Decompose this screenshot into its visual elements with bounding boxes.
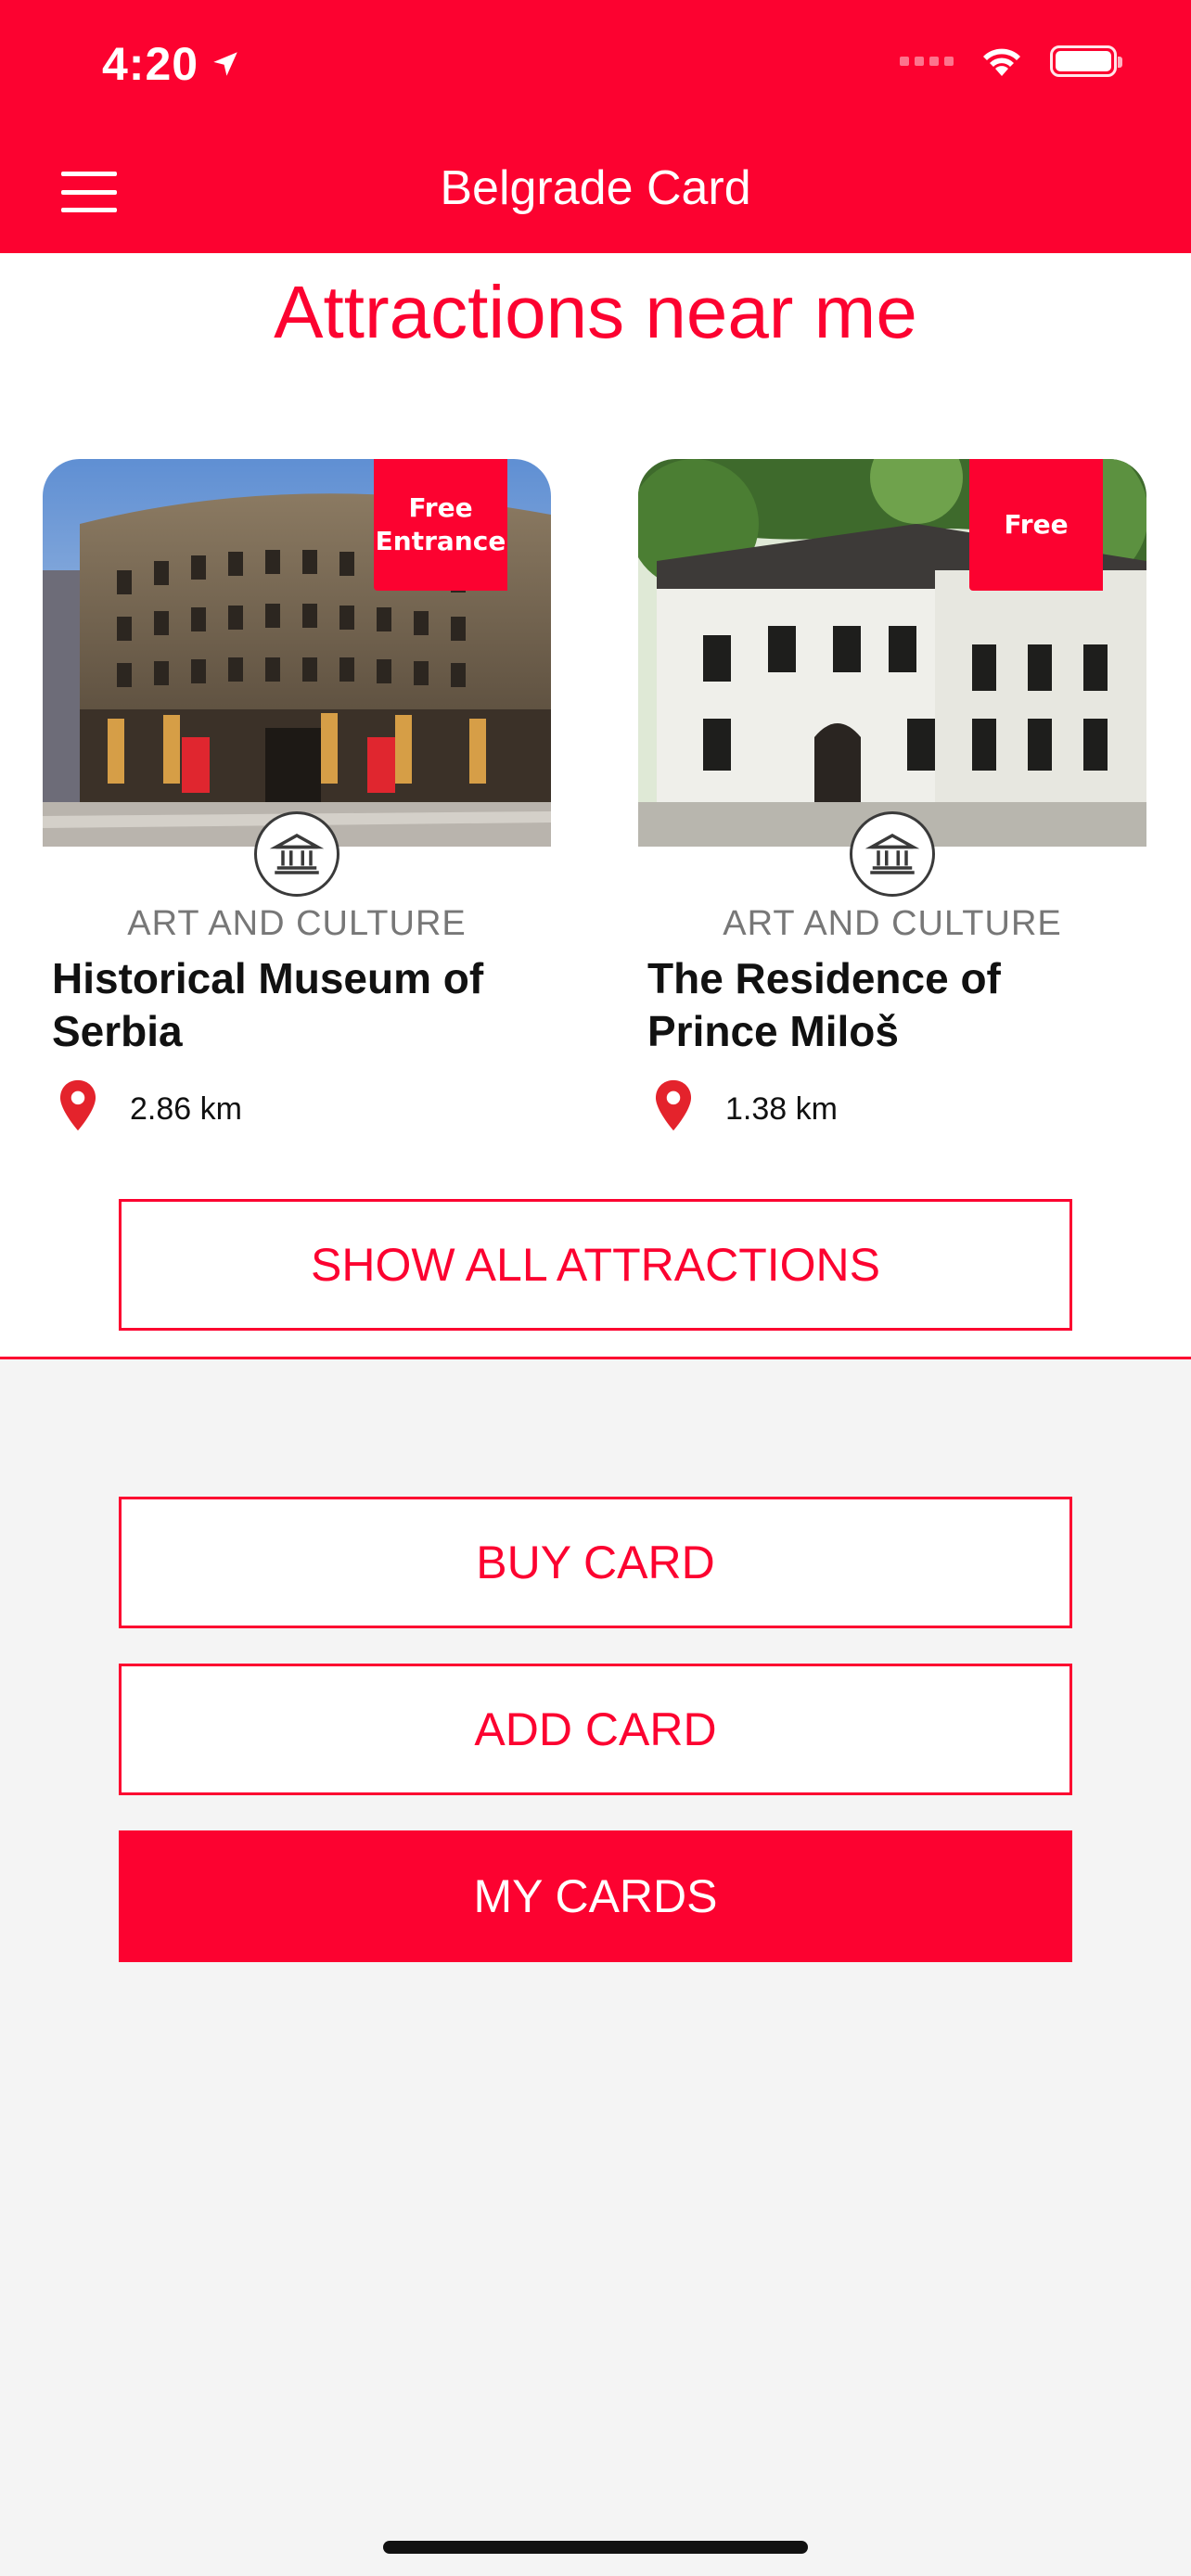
home-indicator[interactable]: [383, 2541, 808, 2554]
free-badge: Free: [969, 459, 1103, 591]
add-card-button[interactable]: ADD CARD: [119, 1664, 1072, 1795]
attraction-card[interactable]: Free ART AND CULTURE The Residence of Pr…: [638, 459, 1146, 1131]
section-title: Attractions near me: [274, 271, 917, 353]
nav-title: Belgrade Card: [440, 161, 751, 215]
attraction-name: The Residence of Prince Miloš: [647, 954, 1001, 1055]
attractions-section: Attractions near me Free Entrance ART AN…: [0, 253, 1191, 1359]
free-entrance-badge: Free Entrance: [374, 459, 507, 591]
my-cards-button[interactable]: MY CARDS: [119, 1830, 1072, 1962]
status-bar-time: 4:20: [102, 37, 241, 91]
show-all-attractions-button[interactable]: SHOW ALL ATTRACTIONS: [119, 1199, 1072, 1331]
attraction-photo: Free Entrance: [43, 459, 551, 847]
wifi-icon: [983, 48, 1020, 76]
location-arrow-icon: [213, 52, 237, 76]
attraction-photo: Free: [638, 459, 1146, 847]
map-pin-icon: [655, 1079, 692, 1131]
map-pin-icon: [59, 1079, 96, 1131]
attraction-category: ART AND CULTURE: [127, 904, 467, 943]
app-header: 4:20 Belgrade Card: [0, 0, 1191, 253]
battery-icon: [1050, 45, 1122, 77]
attraction-distance: 2.86 km: [130, 1091, 242, 1127]
attraction-card[interactable]: Free Entrance ART AND CULTURE Historical…: [43, 459, 551, 1131]
status-time-text: 4:20: [102, 38, 199, 90]
attraction-name: Historical Museum of Serbia: [52, 954, 484, 1055]
museum-icon: [254, 811, 339, 897]
buy-card-button[interactable]: BUY CARD: [119, 1497, 1072, 1628]
attraction-category: ART AND CULTURE: [723, 904, 1062, 943]
status-bar-right: [900, 45, 1122, 78]
attraction-distance: 1.38 km: [725, 1091, 838, 1127]
museum-icon: [850, 811, 935, 897]
cellular-signal-icon: [900, 57, 954, 66]
